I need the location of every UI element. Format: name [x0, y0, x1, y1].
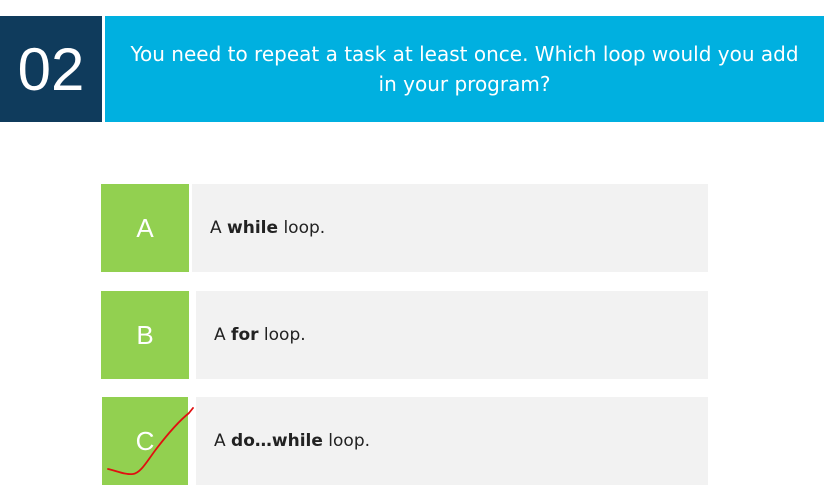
- question-number: 02: [0, 16, 102, 122]
- option-text: A for loop.: [196, 291, 708, 379]
- option-suffix: loop.: [278, 218, 326, 238]
- option-a[interactable]: A A while loop.: [101, 184, 708, 272]
- option-keyword: for: [231, 325, 259, 345]
- option-letter: B: [101, 291, 189, 379]
- question-text: You need to repeat a task at least once.…: [105, 16, 824, 122]
- option-text: A while loop.: [192, 184, 708, 272]
- option-prefix: A: [210, 218, 228, 238]
- option-suffix: loop.: [258, 325, 306, 345]
- option-prefix: A: [214, 325, 232, 345]
- option-letter: C: [102, 397, 188, 485]
- option-suffix: loop.: [322, 431, 371, 451]
- option-keyword: do…while: [231, 431, 323, 451]
- option-prefix: A: [214, 431, 232, 451]
- option-text: A do…while loop.: [196, 397, 708, 485]
- option-keyword: while: [227, 218, 279, 238]
- option-c[interactable]: C A do…while loop.: [101, 397, 708, 485]
- option-b[interactable]: B A for loop.: [101, 291, 708, 379]
- option-letter: A: [101, 184, 189, 272]
- quiz-slide: 02 You need to repeat a task at least on…: [0, 0, 824, 485]
